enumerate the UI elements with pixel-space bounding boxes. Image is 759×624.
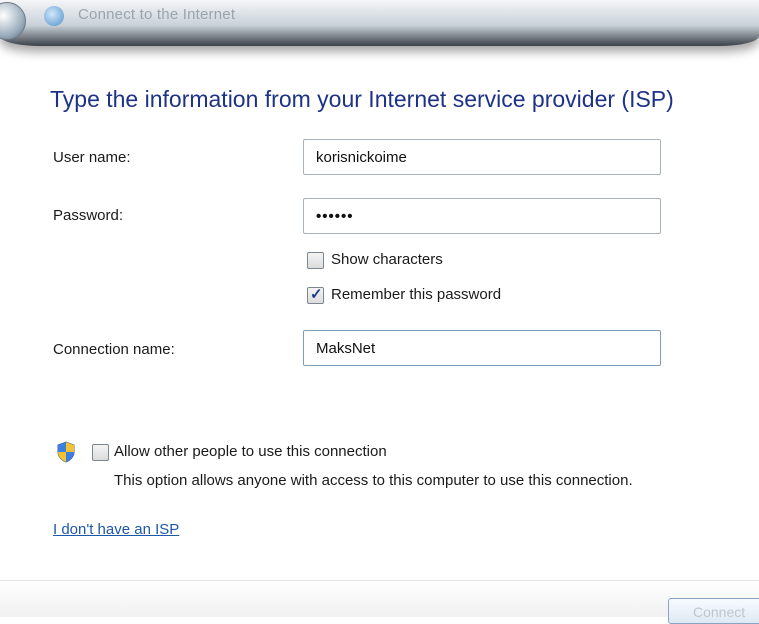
allow-others-label: Allow other people to use this connectio… [114,443,387,460]
connection-name-field[interactable] [303,330,661,366]
window-title: Connect to the Internet [78,6,236,23]
network-globe-icon [44,6,64,26]
username-label: User name: [53,149,131,166]
allow-others-checkbox[interactable] [92,444,109,461]
password-label: Password: [53,207,124,224]
connect-button[interactable]: Connect [668,598,759,624]
page-heading: Type the information from your Internet … [50,86,674,112]
username-field[interactable] [303,139,661,175]
checkmark-icon: ✓ [310,286,323,303]
show-characters-checkbox[interactable] [307,252,324,269]
connection-name-label: Connection name: [53,341,175,358]
allow-others-description: This option allows anyone with access to… [114,472,633,489]
title-bar: Connect to the Internet [0,0,759,46]
footer-bar [0,581,759,617]
back-arrow-icon[interactable] [0,2,26,40]
no-isp-link[interactable]: I don't have an ISP [53,521,179,538]
remember-password-checkbox[interactable]: ✓ [307,286,324,304]
password-field[interactable] [303,198,661,234]
show-characters-label: Show characters [331,251,443,268]
uac-shield-icon [57,441,75,463]
remember-password-label: Remember this password [331,286,502,303]
